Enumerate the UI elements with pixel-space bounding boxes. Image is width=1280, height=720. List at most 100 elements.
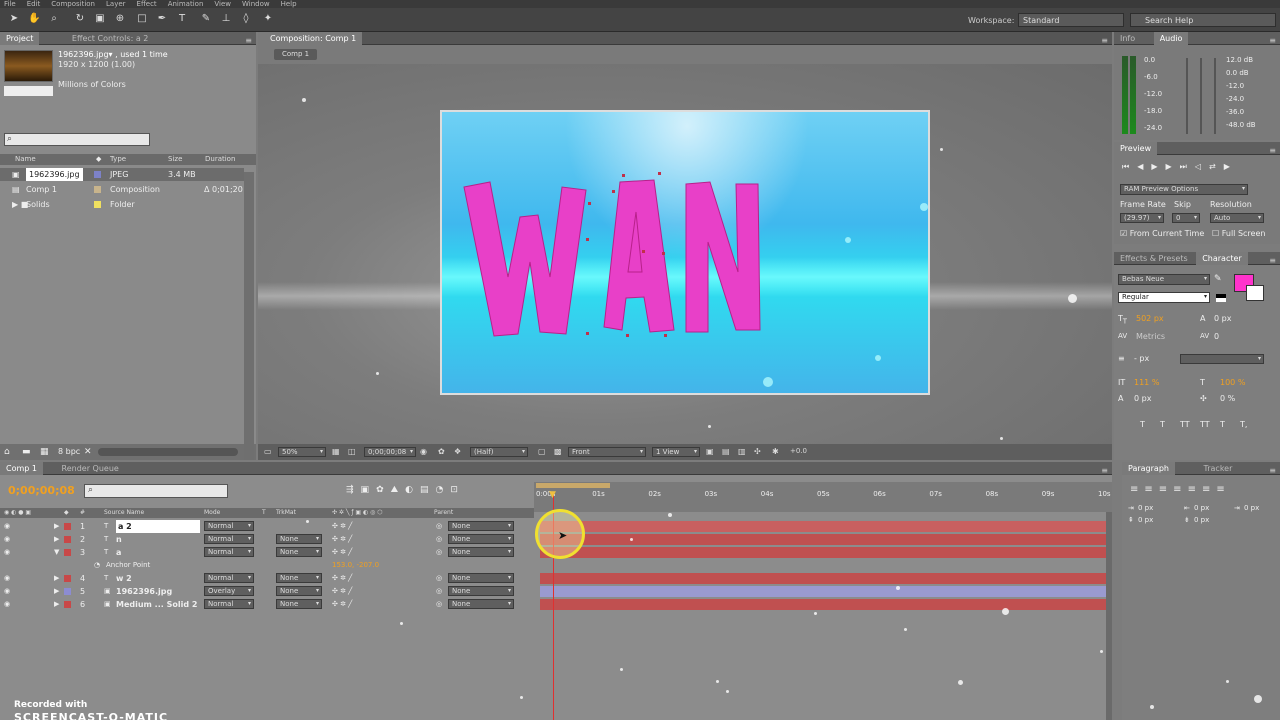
column-trkmat[interactable]: TrkMat [276, 508, 296, 518]
ram-preview-options-select[interactable]: RAM Preview Options [1120, 184, 1248, 195]
panel-menu-icon[interactable]: ≡ [1269, 254, 1276, 267]
tab-paragraph[interactable]: Paragraph [1122, 462, 1175, 475]
current-time-field[interactable]: 0;00;00;08 [364, 447, 416, 457]
column-number[interactable]: # [80, 508, 85, 518]
column-duration[interactable]: Duration [205, 154, 235, 165]
layer-mode-select[interactable]: Normal [204, 547, 254, 557]
layer-trkmat-select[interactable]: None [276, 534, 322, 544]
align-center-icon[interactable]: ≡ [1144, 484, 1158, 495]
comp-frame[interactable] [440, 110, 930, 395]
previous-frame-icon[interactable]: ◀ [1137, 162, 1151, 171]
tab-project[interactable]: Project [0, 32, 40, 45]
justify-last-left-icon[interactable]: ≡ [1173, 484, 1187, 495]
new-composition-icon[interactable]: ▦ [40, 447, 49, 457]
ram-preview-icon[interactable]: ▶ [1224, 162, 1238, 171]
eraser-tool-icon[interactable]: ◊ [240, 13, 252, 25]
baseline-shift-value[interactable]: 0 px [1134, 394, 1151, 403]
visibility-eye-icon[interactable]: ◉ [4, 572, 10, 585]
layer-switches[interactable]: ✣ ✲ ╱ [332, 572, 352, 585]
clone-stamp-tool-icon[interactable]: ⊥ [220, 13, 232, 25]
text-style-button[interactable]: T, [1240, 420, 1260, 429]
comp-mini-flowchart-icon[interactable]: ⇶ [346, 485, 361, 495]
layer-parent-select[interactable]: None [448, 586, 514, 596]
kerning-value[interactable]: Metrics [1136, 332, 1165, 341]
workspace-select[interactable]: Standard [1018, 13, 1124, 27]
stroke-width-value[interactable]: - px [1134, 354, 1149, 363]
layer-duration-bar[interactable] [540, 586, 1106, 597]
frame-rate-select[interactable]: (29.97) [1120, 213, 1164, 223]
layer-label-swatch[interactable] [64, 536, 71, 543]
transparency-grid-icon[interactable]: ▩ [554, 447, 562, 456]
panel-menu-icon[interactable]: ≡ [1269, 144, 1276, 157]
white-swatch[interactable] [1216, 298, 1226, 302]
expand-arrow-icon[interactable]: ▶ [54, 585, 59, 598]
parent-pickwhip-icon[interactable]: ◎ [436, 520, 442, 533]
show-snapshot-icon[interactable]: ✿ [438, 447, 445, 456]
layer-duration-bar[interactable] [540, 599, 1106, 610]
project-item[interactable]: ▣ 1962396.jpg JPEG 3.4 MB [0, 168, 244, 181]
timeline-search-input[interactable] [84, 484, 228, 498]
graph-editor-icon[interactable]: ▤ [420, 485, 436, 495]
layer-switches[interactable]: ✣ ✲ ╱ [332, 585, 352, 598]
font-size-value[interactable]: 502 px [1136, 314, 1164, 323]
layer-row[interactable]: ◉ ▶ 4 Tw 2 Normal None ✣ ✲ ╱ ◎ None [0, 572, 534, 585]
project-item[interactable]: ▶ ■ Solids Folder [0, 198, 244, 211]
layer-switches[interactable]: ✣ ✲ ╱ [332, 533, 352, 546]
selection-tool-icon[interactable]: ➤ [8, 13, 20, 25]
layer-trkmat-select[interactable]: None [276, 547, 322, 557]
column-size[interactable]: Size [168, 154, 182, 165]
layer-label-swatch[interactable] [64, 549, 71, 556]
draft-3d-icon[interactable]: ▣ [361, 485, 377, 495]
layer-duration-bar[interactable] [540, 534, 1106, 545]
pen-tool-icon[interactable]: ✒ [156, 13, 168, 25]
space-after-value[interactable]: 0 px [1194, 516, 1209, 524]
flowchart-icon[interactable]: ✣ [754, 447, 761, 456]
current-time-display[interactable]: 0;00;00;08 [8, 484, 75, 497]
layer-name[interactable]: 1962396.jpg [116, 585, 172, 598]
layer-switches[interactable]: ✣ ✲ ╱ [332, 546, 352, 559]
type-tool-icon[interactable]: T [176, 13, 188, 25]
layer-mode-select[interactable]: Overlay [204, 586, 254, 596]
layer-parent-select[interactable]: None [448, 599, 514, 609]
column-source-name[interactable]: Source Name [104, 508, 144, 518]
resolution-select[interactable]: (Half) [470, 447, 528, 457]
column-t[interactable]: T [262, 508, 266, 518]
panel-menu-icon[interactable]: ≡ [1269, 34, 1276, 47]
eyedropper-icon[interactable]: ✎ [1214, 274, 1222, 284]
tracking-value[interactable]: 0 [1214, 332, 1219, 341]
visibility-eye-icon[interactable]: ◉ [4, 585, 10, 598]
rotate-tool-icon[interactable]: ↻ [74, 13, 86, 25]
parent-pickwhip-icon[interactable]: ◎ [436, 598, 442, 611]
tab-effects-presets[interactable]: Effects & Presets [1114, 252, 1194, 265]
font-style-select[interactable]: Regular [1118, 292, 1210, 303]
layer-label-swatch[interactable] [64, 588, 71, 595]
brush-tool-icon[interactable]: ✎ [200, 13, 212, 25]
brainstorm-icon[interactable]: ⊡ [450, 485, 465, 495]
column-type[interactable]: Type [110, 154, 126, 165]
stroke-color-swatch[interactable] [1246, 285, 1264, 301]
panel-menu-icon[interactable]: ≡ [1101, 464, 1108, 477]
stroke-order-select[interactable] [1180, 354, 1264, 364]
camera-tool-icon[interactable]: ▣ [94, 13, 106, 25]
label-color-swatch[interactable] [94, 186, 101, 193]
project-hscroll[interactable] [98, 448, 238, 456]
menu-view[interactable]: View [214, 0, 231, 8]
always-preview-icon[interactable]: ▭ [264, 447, 272, 456]
layer-duration-bar[interactable] [540, 573, 1106, 584]
parent-pickwhip-icon[interactable]: ◎ [436, 533, 442, 546]
expand-arrow-icon[interactable]: ▶ [54, 598, 59, 611]
layer-label-swatch[interactable] [64, 601, 71, 608]
exposure-icon[interactable]: ✱ [772, 447, 779, 456]
layer-switches[interactable]: ✣ ✲ ╱ [332, 520, 352, 533]
justify-last-center-icon[interactable]: ≡ [1188, 484, 1202, 495]
playhead-handle[interactable]: ▼ [549, 490, 556, 500]
layer-row[interactable]: ◉ ▼ 3 Ta Normal None ✣ ✲ ╱ ◎ None [0, 546, 534, 559]
new-folder-icon[interactable]: ▬ [22, 447, 31, 457]
justify-last-right-icon[interactable]: ≡ [1202, 484, 1216, 495]
align-left-icon[interactable]: ≡ [1130, 484, 1144, 495]
label-color-swatch[interactable] [94, 171, 101, 178]
column-mode[interactable]: Mode [204, 508, 220, 518]
column-parent[interactable]: Parent [434, 508, 453, 518]
parent-pickwhip-icon[interactable]: ◎ [436, 546, 442, 559]
tab-comp1-timeline[interactable]: Comp 1 [0, 462, 43, 475]
